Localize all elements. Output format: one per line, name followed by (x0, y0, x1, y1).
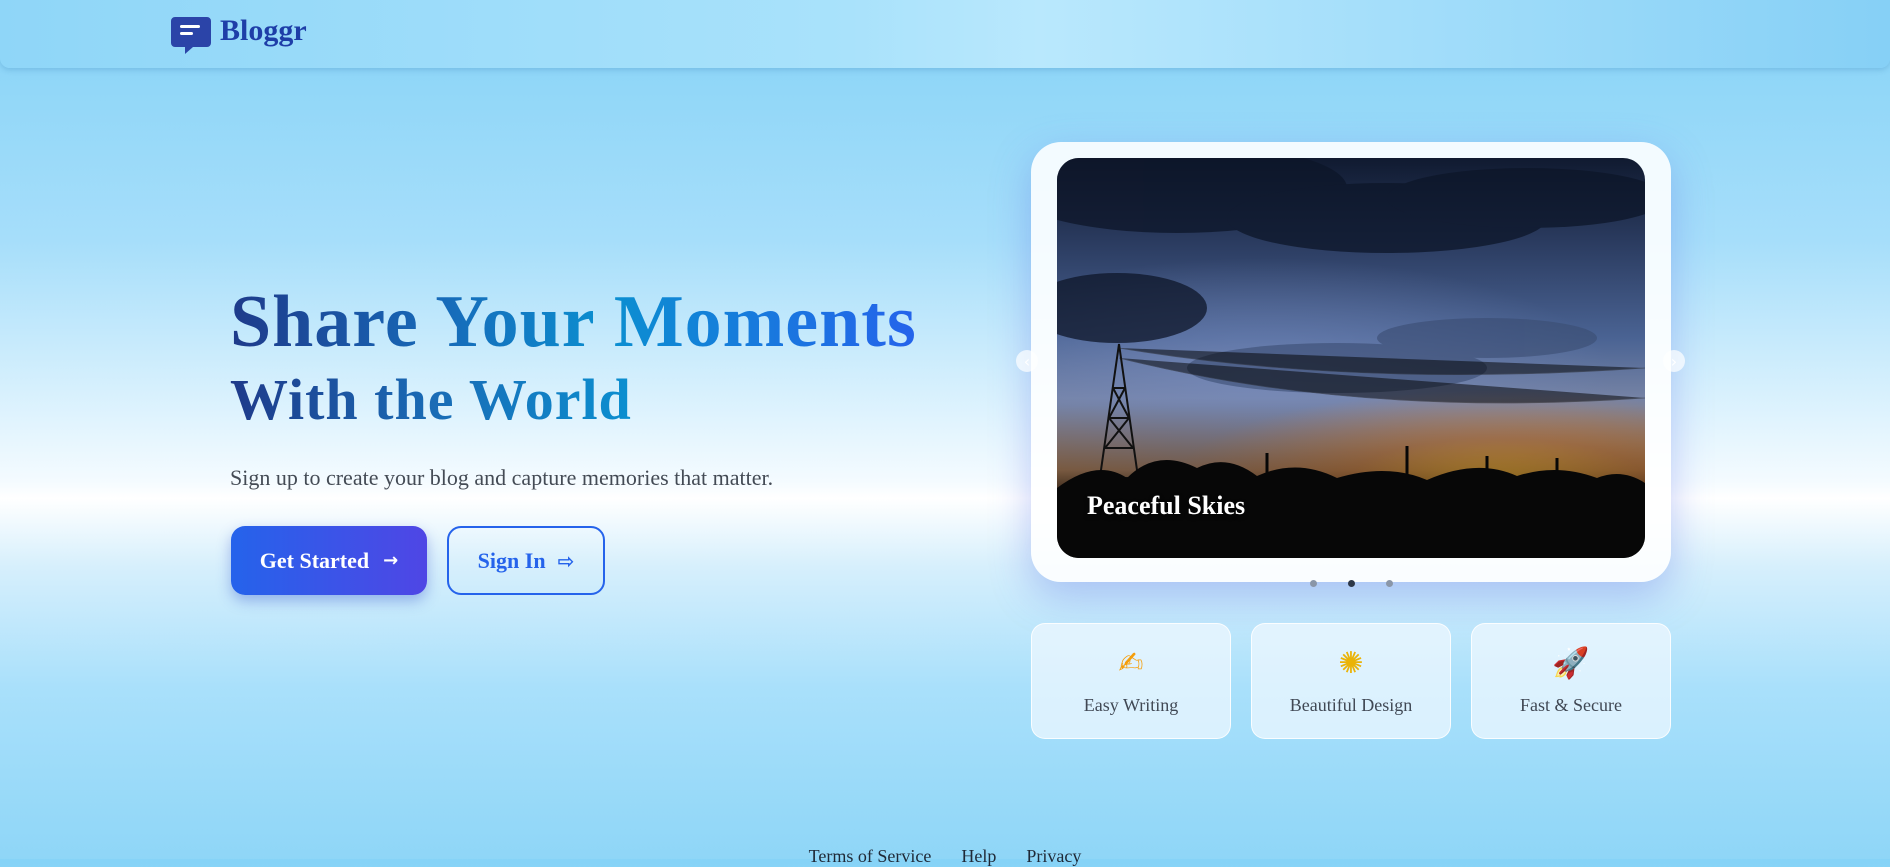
footer-link-privacy[interactable]: Privacy (1026, 846, 1081, 867)
carousel-prev-button[interactable]: ‹ (1016, 350, 1038, 372)
top-navbar: Bloggr (0, 0, 1890, 68)
glowing-star-icon: ✺ (1338, 646, 1364, 681)
slide-caption: Peaceful Skies (1087, 491, 1246, 520)
footer-link-help[interactable]: Help (961, 846, 996, 867)
feature-label: Easy Writing (1083, 695, 1179, 715)
chat-bubble-icon[interactable] (171, 17, 211, 55)
footer-link-terms[interactable]: Terms of Service (809, 846, 932, 867)
carousel-dot-1[interactable] (1310, 580, 1317, 587)
image-carousel: Peaceful Skies (1031, 142, 1671, 582)
brand-name[interactable]: Bloggr (220, 14, 307, 48)
rocket-icon: 🚀 (1552, 646, 1590, 681)
feature-card-easy-writing: ✍ Easy Writing (1031, 623, 1231, 739)
carousel-next-button[interactable]: › (1663, 350, 1685, 372)
carousel-dot-3[interactable] (1386, 580, 1393, 587)
feature-label: Beautiful Design (1289, 695, 1413, 715)
feature-card-fast-secure: 🚀 Fast & Secure (1471, 623, 1671, 739)
sign-in-label: Sign In (477, 547, 546, 573)
arrow-right-icon: → (383, 550, 399, 571)
get-started-button[interactable]: Get Started → (231, 526, 427, 595)
hero-subtitle: Sign up to create your blog and capture … (230, 465, 774, 490)
hero-title-secondary: With the World (230, 367, 632, 432)
hero-title: Share Your Moments (230, 281, 917, 363)
writing-hand-icon: ✍ (1118, 646, 1144, 681)
sign-in-hand-icon: ⇨ (557, 548, 575, 573)
feature-card-beautiful-design: ✺ Beautiful Design (1251, 623, 1451, 739)
sign-in-button[interactable]: Sign In ⇨ (447, 526, 605, 595)
carousel-slide-image: Peaceful Skies (1057, 158, 1645, 558)
footer-links: Terms of Service Help Privacy (0, 846, 1890, 867)
get-started-label: Get Started (259, 547, 370, 573)
feature-label: Fast & Secure (1520, 695, 1622, 715)
carousel-dot-2[interactable] (1348, 580, 1355, 587)
